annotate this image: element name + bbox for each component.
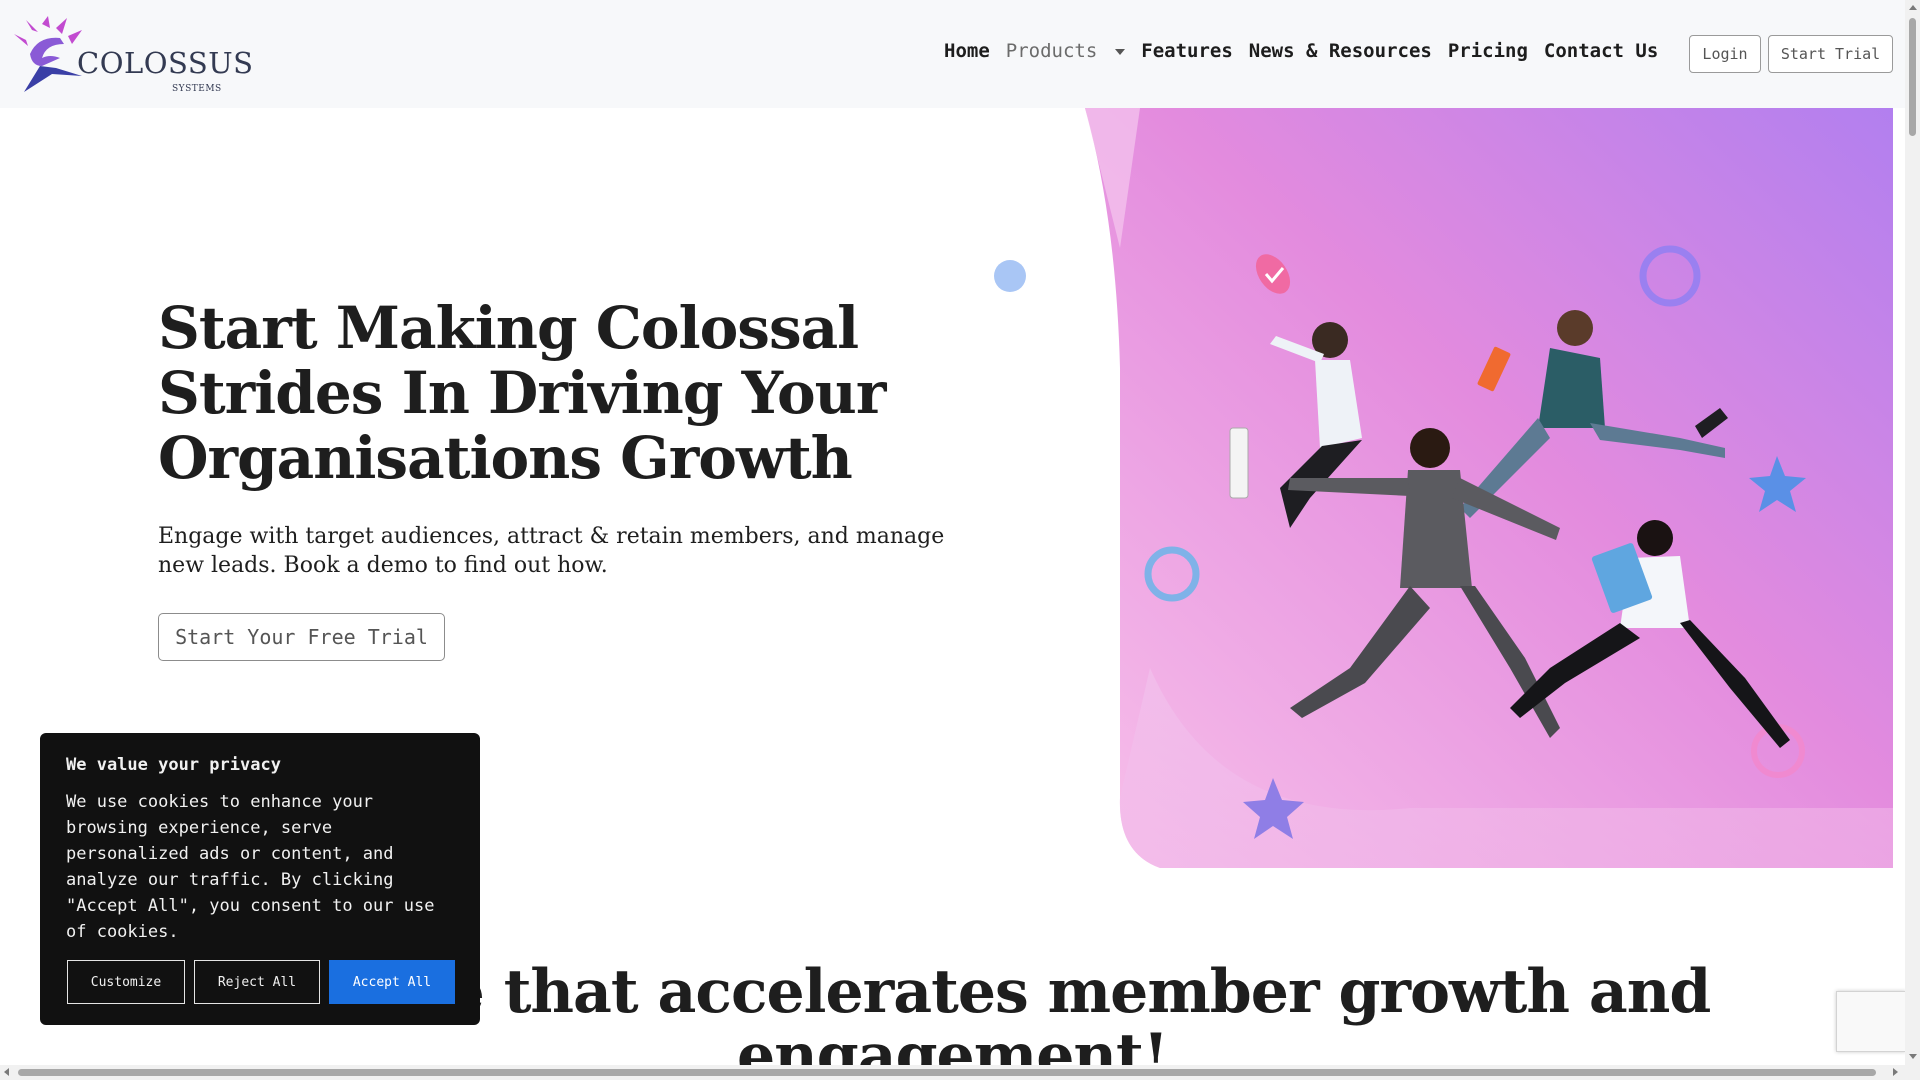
nav-item-features[interactable]: Features <box>1141 40 1233 62</box>
hero-subtitle: Engage with target audiences, attract & … <box>158 524 945 578</box>
cookie-customize-button[interactable]: Customize <box>67 960 185 1004</box>
nav-item-contact-us[interactable]: Contact Us <box>1544 40 1658 62</box>
cookie-banner-text: We use cookies to enhance your browsing … <box>66 792 435 942</box>
horizontal-scrollbar[interactable] <box>0 1065 1905 1080</box>
hero-illustration <box>994 108 1893 868</box>
cookie-banner-actions: Customize Reject All Accept All <box>67 960 455 1004</box>
logo-subtitle: SYSTEMS <box>172 84 222 94</box>
scroll-up-arrow-icon[interactable] <box>1909 5 1917 10</box>
vertical-scroll-thumb[interactable] <box>1909 18 1916 136</box>
nav-item-products[interactable]: Products <box>1006 40 1126 62</box>
nav-item-pricing[interactable]: Pricing <box>1448 40 1528 62</box>
scroll-left-arrow-icon[interactable] <box>4 1068 9 1076</box>
site-header: COLOSSUS SYSTEMS Home Products Features … <box>0 0 1905 108</box>
recaptcha-badge[interactable] <box>1836 991 1906 1052</box>
scroll-down-arrow-icon[interactable] <box>1909 1054 1917 1059</box>
cookie-consent-banner: We value your privacy We use cookies to … <box>40 733 480 1025</box>
logo-wordmark: COLOSSUS <box>77 46 254 80</box>
main-nav: Home Products Features News & Resources … <box>944 40 1674 62</box>
horizontal-scroll-thumb[interactable] <box>18 1069 1876 1076</box>
login-button[interactable]: Login <box>1689 35 1761 73</box>
start-free-trial-button[interactable]: Start Your Free Trial <box>158 613 445 661</box>
nav-item-products-label: Products <box>1005 40 1098 62</box>
nav-item-news-resources[interactable]: News & Resources <box>1249 40 1432 62</box>
chevron-down-icon <box>1115 48 1126 55</box>
cookie-accept-all-button[interactable]: Accept All <box>329 960 455 1004</box>
vertical-scrollbar[interactable] <box>1905 0 1920 1080</box>
colossus-logo[interactable]: COLOSSUS SYSTEMS <box>12 14 253 98</box>
scroll-right-arrow-icon[interactable] <box>1893 1068 1898 1076</box>
hero-title: Start Making Colossal Strides In Driving… <box>158 294 886 492</box>
cookie-reject-all-button[interactable]: Reject All <box>194 960 320 1004</box>
start-trial-button[interactable]: Start Trial <box>1768 35 1893 73</box>
nav-item-home[interactable]: Home <box>944 40 990 62</box>
cookie-banner-title: We value your privacy <box>66 755 281 775</box>
